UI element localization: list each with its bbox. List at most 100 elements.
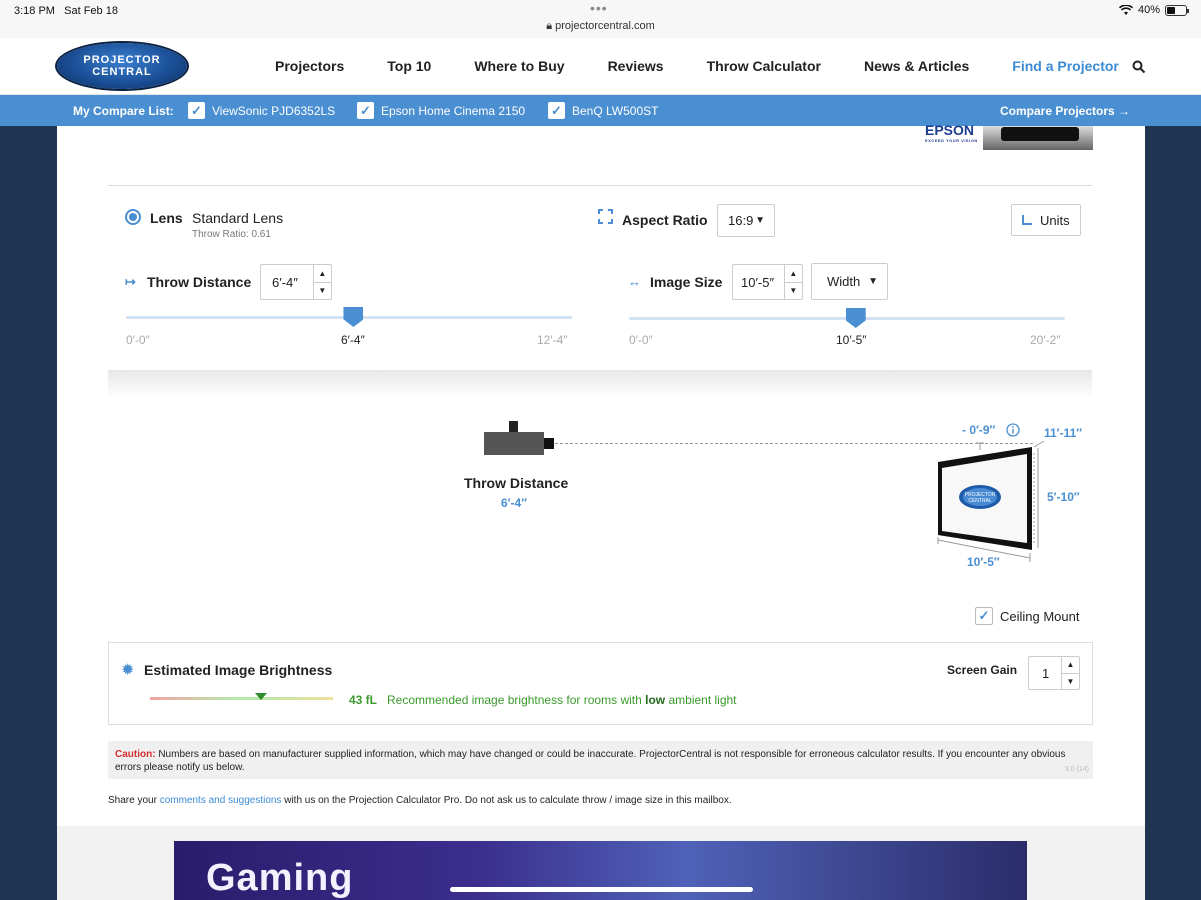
- status-right: 40%: [1118, 4, 1189, 16]
- nav-link-find-a-projector[interactable]: Find a Projector: [1012, 58, 1119, 74]
- main-nav: PROJECTOR CENTRAL Projectors Top 10 Wher…: [0, 38, 1201, 95]
- comments-suggestions-link[interactable]: comments and suggestions: [160, 795, 282, 806]
- image-size-icon: ↔: [628, 274, 641, 289]
- projector-mount: [509, 421, 518, 432]
- lens-icon: [125, 209, 141, 225]
- checkbox-icon[interactable]: ✓: [188, 102, 205, 119]
- compare-item-viewsonic[interactable]: ✓ ViewSonic PJD6352LS: [188, 102, 335, 119]
- throw-min-label: 0′-0″: [126, 333, 150, 347]
- image-max-label: 20′-2″: [1030, 333, 1061, 347]
- more-dots-icon[interactable]: •••: [590, 0, 608, 16]
- caret-down-icon: ▼: [868, 276, 878, 287]
- aspect-ratio-select[interactable]: 16:9 ▼: [717, 204, 775, 237]
- brightness-panel: [108, 642, 1093, 725]
- gear-icon: ✹: [121, 662, 135, 679]
- arrow-up-icon[interactable]: ▲: [1061, 657, 1079, 674]
- share-feedback: Share your comments and suggestions with…: [108, 795, 732, 806]
- throw-distance-input[interactable]: 6′-4″ ▲ ▼: [260, 264, 332, 300]
- screen-gain-input[interactable]: 1 ▲ ▼: [1028, 656, 1080, 690]
- image-size-value[interactable]: 10′-5″: [733, 265, 785, 299]
- aspect-ratio-value: 16:9: [728, 213, 754, 228]
- url-bar[interactable]: 🔒︎ projectorcentral.com: [0, 20, 1201, 33]
- screen-gain-stepper: ▲ ▼: [1061, 657, 1079, 690]
- lens-value[interactable]: Standard Lens: [192, 210, 283, 226]
- image-dimension-select[interactable]: Width ▼: [811, 263, 888, 300]
- arrow-down-icon[interactable]: ▼: [314, 283, 331, 300]
- nav-link-reviews[interactable]: Reviews: [608, 58, 664, 74]
- nav-link-news-articles[interactable]: News & Articles: [864, 58, 969, 74]
- throw-ratio-text: Throw Ratio: 0.61: [192, 229, 271, 240]
- image-dimension-value: Width: [827, 274, 861, 289]
- projector-lens: [544, 438, 554, 449]
- units-label: Units: [1040, 212, 1070, 228]
- screen-diagram: PROJECTOR CENTRAL: [937, 440, 1045, 562]
- image-min-label: 0′-0″: [629, 333, 653, 347]
- gaming-ad-text: Gaming: [206, 857, 354, 899]
- battery-icon: [1165, 4, 1189, 16]
- compare-item-epson[interactable]: ✓ Epson Home Cinema 2150: [357, 102, 525, 119]
- projector-image: [983, 126, 1093, 150]
- checkbox-icon[interactable]: ✓: [548, 102, 565, 119]
- arrow-down-icon[interactable]: ▼: [785, 283, 802, 300]
- ceiling-mount-option[interactable]: ✓ Ceiling Mount: [975, 607, 1080, 625]
- brightness-title: Estimated Image Brightness: [144, 662, 333, 678]
- arrow-up-icon[interactable]: ▲: [313, 265, 331, 283]
- info-icon[interactable]: [1006, 423, 1020, 437]
- compare-item-label: Epson Home Cinema 2150: [381, 103, 526, 118]
- nav-link-projectors[interactable]: Projectors: [275, 58, 344, 74]
- divider: [108, 185, 1092, 186]
- ceiling-mount-label: Ceiling Mount: [1000, 608, 1080, 624]
- checkbox-icon[interactable]: ✓: [975, 607, 993, 625]
- compare-item-benq[interactable]: ✓ BenQ LW500ST: [548, 102, 658, 119]
- screen-logo-text-2: CENTRAL: [968, 498, 992, 504]
- units-icon: [1022, 215, 1032, 225]
- arrow-down-icon[interactable]: ▼: [1062, 674, 1079, 690]
- brightness-fl-value: 43 fL: [349, 693, 378, 707]
- nav-link-throw-calculator[interactable]: Throw Calculator: [707, 58, 821, 74]
- search-icon[interactable]: [1132, 60, 1146, 74]
- caution-label: Caution:: [115, 749, 156, 760]
- caution-text: Numbers are based on manufacturer suppli…: [115, 749, 1066, 773]
- recommendation-text-end: ambient light: [668, 693, 737, 707]
- recommendation-bold: low: [645, 693, 666, 707]
- projector-central-logo[interactable]: PROJECTOR CENTRAL: [57, 43, 187, 89]
- nav-link-where-to-buy[interactable]: Where to Buy: [474, 58, 564, 74]
- throw-max-label: 12′-4″: [537, 333, 568, 347]
- home-indicator[interactable]: [450, 887, 753, 892]
- logo-line-1: PROJECTOR: [83, 54, 161, 66]
- status-time: 3:18 PM Sat Feb 18: [14, 5, 118, 17]
- version-label: 3.0 (14): [1064, 766, 1089, 773]
- image-current-label: 10′-5″: [836, 333, 867, 347]
- battery-percent: 40%: [1137, 4, 1160, 16]
- status-bar: 3:18 PM Sat Feb 18 ••• 🔒︎ projectorcentr…: [0, 0, 1201, 38]
- diagram-offset-value: - 0′-9″: [962, 423, 996, 437]
- diagram-height-value: 5′-10″: [1047, 490, 1080, 504]
- share-text: Share your: [108, 795, 157, 806]
- caret-down-icon: ▼: [755, 215, 765, 226]
- throw-distance-value[interactable]: 6′-4″: [261, 265, 314, 299]
- nav-link-top-10[interactable]: Top 10: [387, 58, 431, 74]
- units-button[interactable]: Units: [1011, 204, 1081, 236]
- epson-ad-banner[interactable]: EPSON EXCEED YOUR VISION: [925, 122, 1095, 150]
- epson-tagline: EXCEED YOUR VISION: [925, 138, 978, 143]
- epson-logo: EPSON EXCEED YOUR VISION: [925, 122, 978, 143]
- lens-label: Lens: [150, 210, 183, 226]
- brightness-gradient-bar: [150, 697, 333, 700]
- compare-bar: My Compare List: ✓ ViewSonic PJD6352LS ✓…: [0, 95, 1201, 126]
- logo-line-2: CENTRAL: [92, 66, 152, 78]
- compare-list-label: My Compare List:: [73, 103, 174, 118]
- arrow-up-icon[interactable]: ▲: [784, 265, 802, 283]
- brightness-marker-icon: [255, 693, 267, 700]
- image-size-input[interactable]: 10′-5″ ▲ ▼: [732, 264, 803, 300]
- brightness-recommendation: Recommended image brightness for rooms w…: [387, 693, 737, 707]
- projector-body: [484, 432, 544, 455]
- epson-brand: EPSON: [925, 122, 975, 138]
- aspect-ratio-label: Aspect Ratio: [622, 212, 708, 228]
- share-text-end: with us on the Projection Calculator Pro…: [284, 795, 732, 806]
- throw-distance-label: Throw Distance: [147, 274, 252, 290]
- compare-projectors-button[interactable]: Compare Projectors →: [1000, 104, 1130, 118]
- screen-gain-value[interactable]: 1: [1029, 657, 1062, 689]
- screen-gain-label: Screen Gain: [947, 663, 1018, 677]
- compare-item-label: ViewSonic PJD6352LS: [212, 103, 336, 118]
- checkbox-icon[interactable]: ✓: [357, 102, 374, 119]
